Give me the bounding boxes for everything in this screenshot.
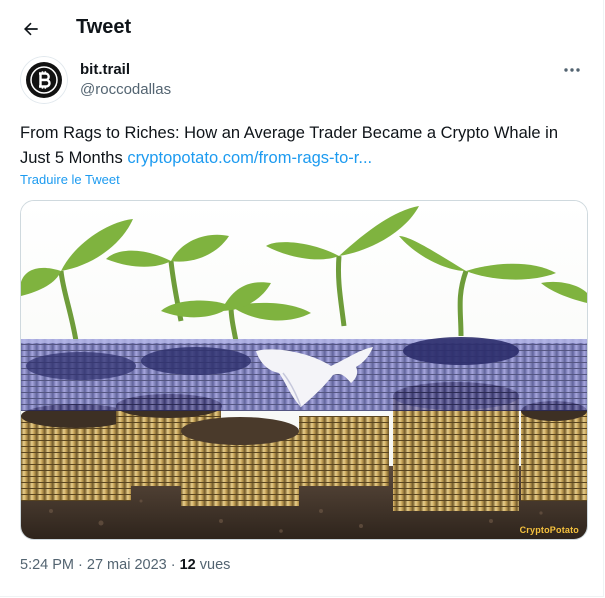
meta-separator: · bbox=[74, 557, 87, 573]
tweet-link[interactable]: cryptopotato.com/from-rags-to-r... bbox=[127, 149, 372, 167]
media-watermark: CryptoPotato bbox=[519, 525, 579, 535]
more-options-button[interactable] bbox=[558, 60, 586, 80]
meta-separator-2: · bbox=[166, 557, 180, 573]
media-illustration bbox=[21, 201, 587, 539]
translate-tweet-link[interactable]: Traduire le Tweet bbox=[20, 172, 120, 187]
tweet-page: Tweet bit.trail @roccodallas From Rags t… bbox=[0, 0, 604, 597]
views-count: 12 bbox=[179, 557, 196, 573]
top-bar: Tweet bbox=[0, 0, 605, 54]
bitcoin-logo-icon bbox=[26, 62, 62, 98]
back-button[interactable] bbox=[14, 12, 48, 46]
page-title: Tweet bbox=[76, 16, 132, 38]
author-handle[interactable]: @roccodallas bbox=[80, 81, 171, 98]
tweet-author: bit.trail @roccodallas bbox=[20, 56, 590, 108]
author-display-name[interactable]: bit.trail bbox=[80, 61, 130, 78]
tweet-date[interactable]: 27 mai 2023 bbox=[87, 557, 167, 573]
avatar[interactable] bbox=[20, 56, 68, 104]
tweet-time[interactable]: 5:24 PM bbox=[20, 557, 74, 573]
tweet-text: From Rags to Riches: How an Average Trad… bbox=[20, 121, 590, 171]
tweet-media-image[interactable]: CryptoPotato bbox=[20, 200, 588, 540]
views-label: vues bbox=[199, 557, 231, 573]
arrow-left-icon bbox=[24, 22, 38, 36]
tweet-meta: 5:24 PM · 27 mai 2023 · 12 vues bbox=[20, 557, 230, 573]
more-options-icon bbox=[564, 68, 580, 72]
